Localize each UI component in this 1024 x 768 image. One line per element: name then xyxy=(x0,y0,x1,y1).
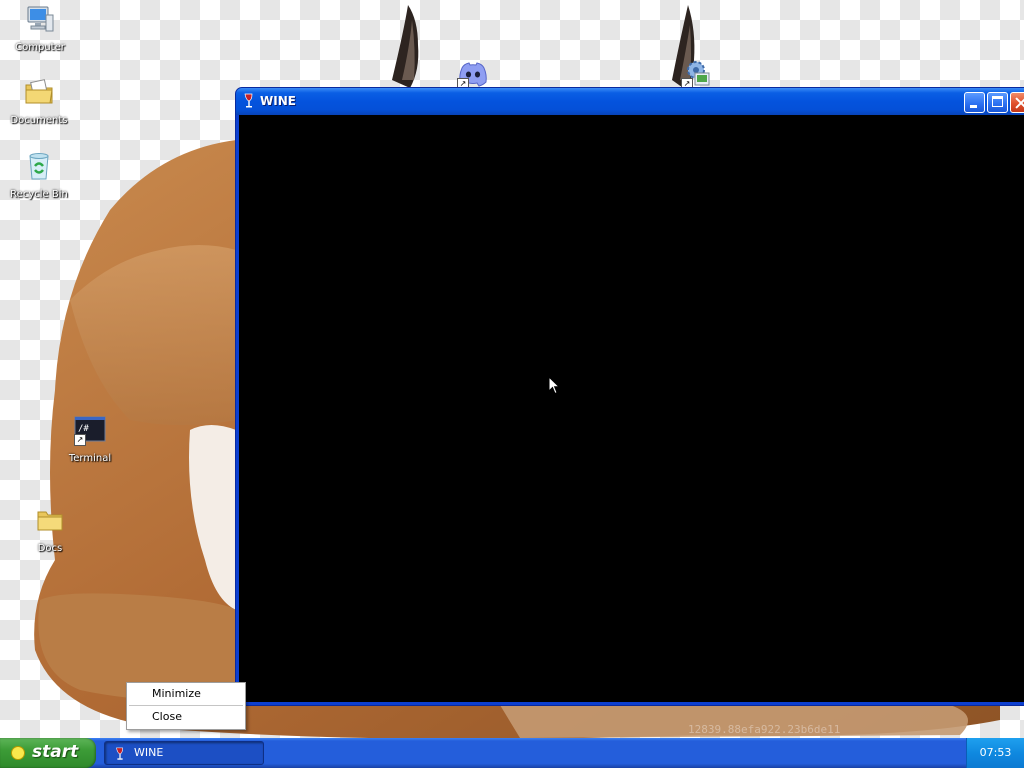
system-tray: 07:53 xyxy=(966,738,1024,768)
desktop-icon-label: Recycle Bin xyxy=(10,189,68,200)
desktop-icon-terminal[interactable]: /# ↗ Terminal xyxy=(50,414,130,465)
folder-icon xyxy=(34,504,66,536)
smiley-icon xyxy=(11,746,25,760)
close-button[interactable] xyxy=(1010,92,1024,113)
desktop-icon-docs[interactable]: Docs xyxy=(10,504,90,555)
window-title: WINE xyxy=(260,94,296,108)
wine-glass-icon xyxy=(113,746,127,760)
wine-window[interactable]: WINE xyxy=(235,87,1024,706)
taskbar-button-label: WINE xyxy=(134,746,164,759)
discord-shortcut-icon: ↗ xyxy=(457,58,489,90)
desktop-icon-discord[interactable]: ↗ xyxy=(450,58,496,90)
menu-item-minimize[interactable]: Minimize xyxy=(127,683,245,705)
window-title-bar[interactable]: WINE xyxy=(236,88,1024,115)
desktop-icon-settings[interactable]: ↗ xyxy=(674,58,720,90)
mouse-pointer-icon xyxy=(548,376,560,395)
svg-text:12839.88efa922.23b6de11: 12839.88efa922.23b6de11 xyxy=(688,723,840,736)
maximize-button[interactable] xyxy=(987,92,1008,113)
desktop-icon-computer[interactable]: Computer xyxy=(0,3,80,54)
documents-folder-icon xyxy=(23,76,55,108)
start-label: start xyxy=(32,742,79,762)
desktop-icon-label: Computer xyxy=(15,42,65,53)
taskbar-context-menu: Minimize Close xyxy=(126,682,246,730)
desktop-icon-label: Docs xyxy=(37,543,63,554)
terminal-icon: /# ↗ xyxy=(74,414,106,446)
wine-glass-icon xyxy=(241,93,257,109)
computer-icon xyxy=(24,3,56,35)
svg-text:/#: /# xyxy=(78,424,89,434)
taskbar: start WINE 07:53 xyxy=(0,738,1024,768)
desktop-icon-recycle-bin[interactable]: Recycle Bin xyxy=(0,150,79,201)
window-client-area[interactable] xyxy=(239,115,1024,702)
desktop-icon-label: Documents xyxy=(10,115,68,126)
desktop-icon-label: Terminal xyxy=(68,453,112,464)
start-button[interactable]: start xyxy=(0,738,96,768)
menu-item-close[interactable]: Close xyxy=(127,706,245,728)
taskbar-button-wine[interactable]: WINE xyxy=(104,741,264,765)
recycle-bin-icon xyxy=(23,150,55,182)
settings-shortcut-icon: ↗ xyxy=(681,58,713,90)
minimize-button[interactable] xyxy=(964,92,985,113)
desktop-icon-documents[interactable]: Documents xyxy=(0,76,79,127)
clock[interactable]: 07:53 xyxy=(967,746,1024,759)
